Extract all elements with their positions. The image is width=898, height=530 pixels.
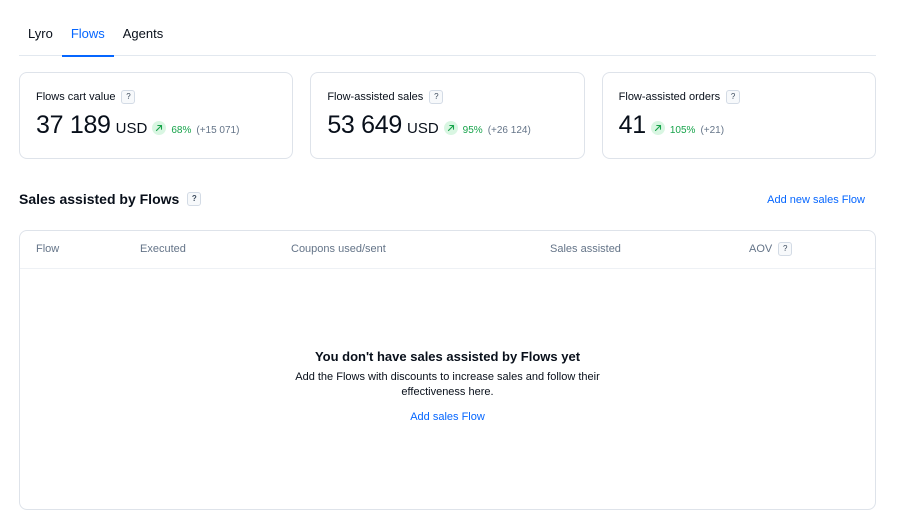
stat-percent: 105% (669, 125, 696, 136)
stat-value-row: 41 105% (+21) (619, 111, 859, 140)
stat-value-row: 37 189 USD 68% (+15 071) (36, 111, 276, 140)
tab-flows[interactable]: Flows (61, 18, 114, 57)
stat-label: Flows cart value ? (36, 89, 276, 105)
stat-value-row: 53 649 USD 95% (+26 124) (327, 111, 567, 140)
stat-label-text: Flow-assisted orders (618, 91, 721, 103)
table-header: Flow Executed Coupons used/sent Sales as… (20, 231, 875, 269)
add-sales-flow-link[interactable]: Add sales Flow (410, 411, 485, 423)
column-header-coupons[interactable]: Coupons used/sent (291, 243, 386, 255)
stat-unit: USD (115, 120, 148, 137)
tab-bar: Lyro Flows Agents (19, 18, 876, 57)
help-icon[interactable]: ? (778, 242, 793, 256)
sales-flows-table: Flow Executed Coupons used/sent Sales as… (19, 230, 876, 510)
column-header-sales-assisted[interactable]: Sales assisted (550, 243, 621, 255)
stat-value: 41 (618, 111, 647, 139)
add-new-sales-flow-link[interactable]: Add new sales Flow (767, 194, 865, 206)
help-icon[interactable]: ? (187, 192, 202, 206)
trend-up-icon (650, 120, 665, 135)
stat-delta: (+26 124) (487, 125, 531, 136)
stats-cards: Flows cart value ? 37 189 USD 68% (+15 0… (19, 72, 876, 159)
stat-card-cart-value: Flows cart value ? 37 189 USD 68% (+15 0… (19, 72, 294, 159)
stat-value: 53 649 (327, 111, 402, 139)
column-header-aov-label: AOV (749, 243, 773, 255)
stat-delta: (+15 071) (196, 125, 240, 136)
stat-label-text: Flows cart value (36, 91, 116, 103)
tab-agents[interactable]: Agents (114, 18, 172, 56)
empty-state-description: Add the Flows with discounts to increase… (295, 371, 600, 398)
column-header-aov[interactable]: AOV ? (749, 242, 793, 256)
help-icon[interactable]: ? (429, 90, 444, 104)
trend-up-icon (443, 120, 458, 135)
help-icon[interactable]: ? (726, 90, 741, 104)
stat-value: 37 189 (36, 111, 111, 139)
stat-card-assisted-orders: Flow-assisted orders ? 41 105% (+21) (601, 72, 876, 159)
tab-lyro[interactable]: Lyro (19, 18, 62, 56)
stat-delta: (+21) (700, 125, 725, 136)
stat-percent: 68% (171, 125, 192, 136)
empty-state-title: You don't have sales assisted by Flows y… (314, 349, 581, 364)
section-title: Sales assisted by Flows ? (19, 191, 202, 207)
stat-label: Flow-assisted orders ? (619, 89, 859, 105)
help-icon[interactable]: ? (121, 90, 136, 104)
column-header-flow[interactable]: Flow (36, 243, 59, 255)
section-title-text: Sales assisted by Flows (19, 191, 180, 207)
stat-unit: USD (407, 120, 439, 137)
stat-card-assisted-sales: Flow-assisted sales ? 53 649 USD 95% (+2… (310, 72, 585, 159)
column-header-executed[interactable]: Executed (140, 243, 186, 255)
stat-percent: 95% (462, 125, 483, 136)
stat-label-text: Flow-assisted sales (327, 91, 424, 103)
empty-state: You don't have sales assisted by Flows y… (20, 349, 875, 425)
stat-label: Flow-assisted sales ? (327, 89, 567, 105)
trend-up-icon (152, 120, 167, 135)
